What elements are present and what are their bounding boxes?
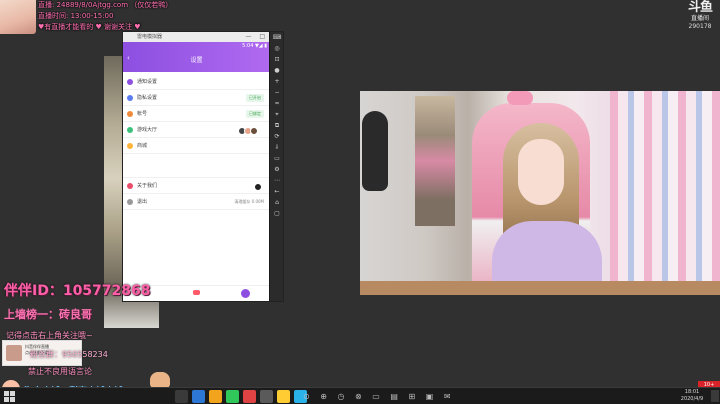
row-icon: [127, 127, 133, 133]
taskbar-app-icon[interactable]: [260, 390, 273, 403]
settings-row[interactable]: 帐号 已绑定: [123, 106, 270, 122]
system-tray[interactable]: ⊙ ⊕ ◷ ⊗ ▭ ▤ ⊞ ▣ ✉: [303, 391, 455, 402]
taskbar-app-icon[interactable]: [277, 390, 290, 403]
screenshot-icon[interactable]: ⊡: [270, 54, 284, 65]
more-icon[interactable]: ⋯: [270, 175, 284, 186]
emulator-window[interactable]: 雷电模拟器 — □ ✕ 5:04 ▼◢ ▮ ‹ 设置 通知设置 隐私设置 已开启 …: [123, 32, 283, 301]
shelf: [415, 96, 455, 226]
hair-bow: [507, 91, 533, 105]
show-desktop-button[interactable]: [711, 390, 719, 402]
taskbar: ⊙ ⊕ ◷ ⊗ ▭ ▤ ⊞ ▣ ✉ 18:01 2020/4/9: [0, 387, 720, 404]
row-label: 退出: [137, 199, 148, 205]
emulator-toolbar: ⌨ ◎ ⊡ ● + − ≈ ⌖ ⧉ ⟳ ⇩ ▭ ⚙ ⋯ ← ⌂ ▢: [269, 32, 283, 301]
taskbar-apps: [175, 390, 311, 403]
avatar: [240, 182, 264, 191]
desktop: 直播: 24889/8/0Ajtgg.com （仅仅若鸭） 直播时间: 13:0…: [0, 0, 720, 404]
row-value: 已开启: [246, 94, 264, 102]
avatar-group: [238, 126, 264, 135]
settings-row[interactable]: 通知设置: [123, 74, 270, 90]
row-icon: [127, 95, 133, 101]
folder-icon[interactable]: ▭: [270, 153, 284, 164]
stream-info-overlay: 直播: 24889/8/0Ajtgg.com （仅仅若鸭） 直播时间: 13:0…: [38, 0, 228, 33]
row-icon: [127, 199, 133, 205]
home-icon[interactable]: ⌂: [270, 197, 284, 208]
app-thumbnail: [6, 345, 22, 361]
fan-group-number: 粉丝群：950558234: [30, 350, 108, 359]
row-label: 关于我们: [137, 183, 158, 189]
keyboard-icon[interactable]: ⌨: [270, 32, 284, 43]
settings-row[interactable]: 游戏大厅: [123, 122, 270, 138]
volume-down-icon[interactable]: −: [270, 87, 284, 98]
row-label: 通知设置: [137, 79, 158, 85]
row-icon: [127, 79, 133, 85]
settings-row[interactable]: 退出 清理缓存 0.00M: [123, 194, 270, 210]
row-label: 帐号: [137, 111, 148, 117]
streamer-avatar: [0, 0, 36, 34]
row-icon: [127, 143, 133, 149]
taskbar-app-icon[interactable]: [226, 390, 239, 403]
streamer-face: [518, 139, 564, 205]
stream-info-line: 直播时间: 13:00-15:00: [38, 12, 114, 20]
row-icon: [127, 111, 133, 117]
record-icon[interactable]: ●: [270, 65, 284, 76]
logo-mark: 斗鱼: [687, 0, 713, 15]
volume-up-icon[interactable]: +: [270, 76, 284, 87]
settings-row[interactable]: 商城: [123, 138, 270, 154]
row-icon: [127, 183, 133, 189]
gamepad-icon[interactable]: ◎: [270, 43, 284, 54]
peiban-id: 伴伴ID：105772868: [4, 283, 151, 299]
multi-icon[interactable]: ⧉: [270, 120, 284, 131]
status-bar: 5:04 ▼◢ ▮: [242, 43, 267, 49]
webcam-feed: [360, 91, 720, 295]
settings-list: 通知设置 隐私设置 已开启 帐号 已绑定 游戏大厅 商城 关于我们 退出 清理缓存 0…: [123, 72, 270, 210]
chat-rule: 禁止不良用语言论: [28, 367, 92, 376]
windows-start-icon[interactable]: [4, 391, 15, 402]
douyu-logo: 斗鱼 直播间 290178: [682, 1, 718, 33]
row-label: 游戏大厅: [137, 127, 158, 133]
phone-screen: 5:04 ▼◢ ▮ ‹ 设置 通知设置 隐私设置 已开启 帐号 已绑定 游戏大厅 商…: [123, 42, 270, 301]
desk: [360, 281, 720, 295]
clock[interactable]: 18:01 2020/4/9: [674, 389, 710, 403]
room-number: 290178: [688, 23, 712, 30]
settings-icon[interactable]: ⚙: [270, 164, 284, 175]
taskbar-app-icon[interactable]: [243, 390, 256, 403]
settings-title: 设置: [190, 57, 203, 64]
taskbar-app-icon[interactable]: [192, 390, 205, 403]
taskbar-app-icon[interactable]: [175, 390, 188, 403]
top-fan-label: 上墙榜一：砖良哥: [4, 308, 92, 321]
clock-time: 18:01: [684, 389, 700, 395]
row-value: 清理缓存 0.00M: [234, 199, 264, 204]
row-value: 已绑定: [246, 110, 264, 118]
taskbar-app-icon[interactable]: [209, 390, 222, 403]
settings-header: 5:04 ▼◢ ▮ ‹ 设置: [123, 42, 270, 72]
back-icon[interactable]: ←: [270, 186, 284, 197]
cat-sticker: [150, 372, 170, 388]
location-icon[interactable]: ⌖: [270, 109, 284, 120]
recent-icon[interactable]: ▢: [270, 208, 284, 219]
row-label: 隐私设置: [137, 95, 158, 101]
heart-icon[interactable]: [193, 290, 200, 295]
settings-row[interactable]: 关于我们: [123, 178, 270, 194]
shake-icon[interactable]: ≈: [270, 98, 284, 109]
sync-icon[interactable]: ⟳: [270, 131, 284, 142]
guitar: [362, 111, 388, 191]
profile-icon[interactable]: [241, 289, 250, 298]
settings-row[interactable]: 隐私设置 已开启: [123, 90, 270, 106]
settings-row: [123, 154, 270, 178]
logo-name: 直播间: [690, 15, 709, 22]
curtain: [610, 91, 720, 295]
install-icon[interactable]: ⇩: [270, 142, 284, 153]
row-label: 商城: [137, 143, 148, 149]
clock-date: 2020/4/9: [680, 396, 704, 402]
stream-info-line: 直播: 24889/8/0Ajtgg.com （仅仅若鸭）: [38, 1, 173, 9]
